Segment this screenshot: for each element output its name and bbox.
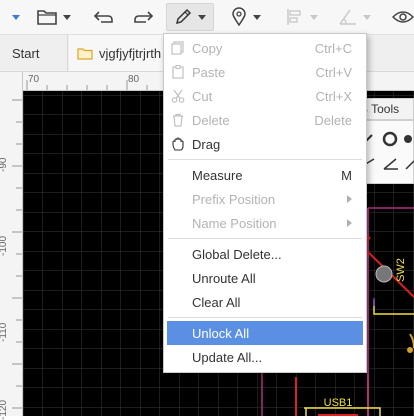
menu-divider — [168, 317, 362, 318]
sw2-label: SW2 — [395, 258, 407, 282]
angle-tool-icon — [383, 158, 398, 170]
ruler-label: -110 — [0, 322, 9, 342]
folder-icon[interactable] — [36, 5, 71, 29]
ruler-label: 80 — [128, 74, 140, 85]
measure-angle-icon — [338, 5, 371, 29]
menu-item-name-position[interactable]: Name Position — [164, 211, 366, 235]
menu-item-delete[interactable]: Delete Delete — [164, 108, 366, 132]
tab-label: vjgfjyfjtrjrth — [99, 45, 162, 61]
menu-item-unlock-all[interactable]: Unlock All — [167, 321, 363, 345]
menu-item-label: Name Position — [192, 215, 277, 231]
menu-divider — [168, 238, 362, 239]
menu-item-label: Drag — [192, 136, 221, 152]
tab-label: Start — [12, 45, 40, 61]
map-pin-icon[interactable] — [230, 5, 261, 29]
menu-item-drag[interactable]: Drag — [164, 132, 366, 156]
menu-item-shortcut: Delete — [314, 112, 352, 128]
menu-item-paste[interactable]: Paste Ctrl+V — [164, 60, 366, 84]
undo-icon[interactable] — [93, 5, 115, 29]
menu-item-label: Delete — [192, 112, 230, 128]
component-pad — [407, 347, 413, 353]
menu-item-label: Prefix Position — [192, 191, 276, 207]
menu-item-shortcut: Ctrl+C — [314, 40, 352, 56]
menu-item-label: Measure — [192, 167, 243, 183]
menu-item-label: Copy — [192, 40, 223, 56]
pencil-icon[interactable] — [166, 3, 214, 31]
menu-item-copy[interactable]: Copy Ctrl+C — [164, 36, 366, 60]
switch-pad — [375, 265, 393, 283]
menu-item-prefix-position[interactable]: Prefix Position — [164, 187, 366, 211]
ruler-label: 70 — [28, 74, 40, 85]
arrow-down-icon[interactable] — [12, 5, 20, 29]
redo-icon[interactable] — [132, 5, 154, 29]
menu-divider — [168, 159, 362, 160]
menu-item-label: Unlock All — [192, 325, 250, 341]
trash-icon — [170, 112, 186, 128]
menu-item-label: Cut — [192, 88, 213, 104]
menu-item-label: Unroute All — [192, 270, 256, 286]
menu-item-clear-all[interactable]: Clear All — [164, 290, 366, 314]
hand-icon — [170, 136, 186, 152]
main-toolbar — [0, 0, 414, 35]
eye-icon[interactable] — [392, 5, 414, 29]
menu-item-update-all[interactable]: Update All... — [164, 345, 366, 369]
align-icon — [285, 5, 318, 29]
ruler-left: -90 -100 -110 -120 — [0, 72, 23, 420]
menu-item-label: Clear All — [192, 294, 241, 310]
ruler-label: -90 — [0, 157, 9, 172]
folder-icon — [77, 47, 93, 60]
menu-item-global-delete[interactable]: Global Delete... — [164, 242, 366, 266]
circle-tool-icon — [382, 131, 398, 147]
menu-item-cut[interactable]: Cut Ctrl+X — [164, 84, 366, 108]
menu-item-unroute-all[interactable]: Unroute All — [164, 266, 366, 290]
menu-item-shortcut: Ctrl+X — [315, 88, 352, 104]
menu-item-label: Update All... — [192, 349, 263, 365]
ruler-tool-icon — [405, 160, 414, 170]
submenu-arrow-icon — [347, 219, 352, 227]
menu-item-label: Global Delete... — [192, 246, 282, 262]
ruler-label: -100 — [0, 235, 9, 256]
menu-item-shortcut: M — [341, 167, 352, 183]
copy-icon — [170, 40, 186, 56]
usb1-label: USB1 — [324, 397, 353, 409]
menu-item-shortcut: Ctrl+V — [315, 64, 352, 80]
menu-item-measure[interactable]: Measure M — [164, 163, 366, 187]
submenu-arrow-icon — [347, 195, 352, 203]
edit-dropdown-menu: Copy Ctrl+C Paste Ctrl+V Cut Ctrl+X Dele… — [163, 33, 367, 373]
tab-start[interactable]: Start — [0, 35, 68, 71]
pad-tool-icon — [404, 135, 412, 143]
paste-icon — [170, 64, 186, 80]
menu-item-label: Paste — [192, 64, 226, 80]
scissors-icon — [170, 88, 186, 104]
